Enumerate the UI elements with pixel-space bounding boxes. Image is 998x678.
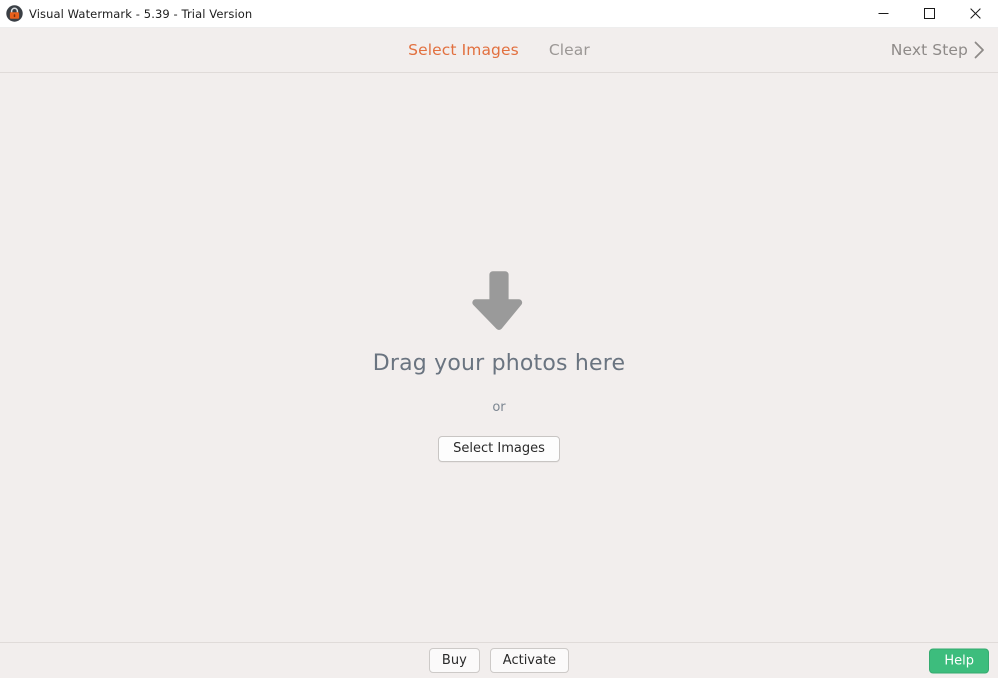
- dropzone-content: Drag your photos here or Select Images: [0, 269, 998, 462]
- bottom-bar-center-group: Buy Activate: [428, 648, 570, 673]
- dropzone-select-images-button[interactable]: Select Images: [438, 436, 560, 462]
- help-button[interactable]: Help: [929, 648, 989, 673]
- bottom-bar: Buy Activate Help: [0, 642, 998, 678]
- chevron-right-icon: [974, 41, 985, 59]
- buy-button[interactable]: Buy: [428, 648, 480, 673]
- minimize-icon: [878, 8, 889, 19]
- toolbar-select-images-button[interactable]: Select Images: [406, 39, 521, 61]
- title-bar-left: Visual Watermark - 5.39 - Trial Version: [0, 5, 252, 22]
- toolbar: Select Images Clear Next Step: [0, 28, 998, 73]
- next-step-button[interactable]: Next Step: [891, 28, 985, 72]
- dropzone-title: Drag your photos here: [372, 351, 626, 376]
- maximize-icon: [923, 8, 935, 19]
- close-button[interactable]: [952, 0, 998, 27]
- image-dropzone[interactable]: Drag your photos here or Select Images: [0, 73, 998, 642]
- arrow-down-icon: [470, 269, 528, 333]
- close-icon: [969, 8, 981, 19]
- toolbar-clear-button[interactable]: Clear: [547, 39, 592, 61]
- padlock-icon: [6, 5, 23, 22]
- maximize-button[interactable]: [906, 0, 952, 27]
- window-controls: [860, 0, 998, 27]
- minimize-button[interactable]: [860, 0, 906, 27]
- window-title: Visual Watermark - 5.39 - Trial Version: [29, 6, 253, 21]
- next-step-label: Next Step: [890, 41, 968, 59]
- dropzone-or-label: or: [492, 400, 506, 415]
- application-window: Visual Watermark - 5.39 - Trial Version: [0, 0, 998, 678]
- activate-button[interactable]: Activate: [489, 648, 570, 673]
- title-bar: Visual Watermark - 5.39 - Trial Version: [0, 0, 998, 28]
- toolbar-center-group: Select Images Clear: [406, 39, 592, 61]
